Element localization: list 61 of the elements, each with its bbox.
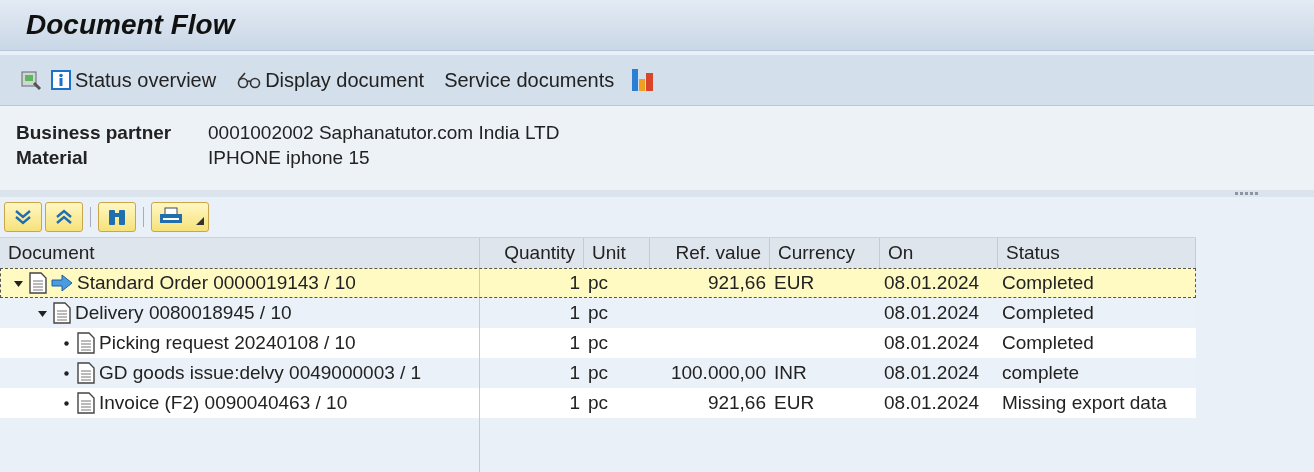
document-icon <box>77 392 95 414</box>
field-label: Business partner <box>16 121 173 145</box>
unit-cell: pc <box>588 272 609 294</box>
document-name[interactable]: Standard Order 0000019143 / 10 <box>77 272 356 294</box>
ref-value-cell: 921,66 <box>707 272 766 294</box>
toolbar-button[interactable]: Display document <box>232 68 437 92</box>
currency-cell: EUR <box>774 272 815 294</box>
status-cell: complete <box>1002 362 1080 384</box>
status-cell: Completed <box>1002 272 1094 294</box>
currency-cell: EUR <box>774 392 815 414</box>
glasses-icon <box>236 70 263 90</box>
field-label: Material <box>16 146 89 170</box>
splitter-grip-icon[interactable] <box>1235 192 1258 195</box>
collapse-all-button[interactable] <box>45 202 83 232</box>
bullet-icon <box>62 338 71 348</box>
document-name[interactable]: GD goods issue:delvy 0049000003 / 1 <box>99 362 422 384</box>
window-title: Document Flow <box>26 9 235 41</box>
date-cell: 08.01.2024 <box>884 332 980 354</box>
document-name[interactable]: Invoice (F2) 0090040463 / 10 <box>99 392 348 414</box>
date-cell: 08.01.2024 <box>884 302 980 324</box>
field-value: IPHONE iphone 15 <box>208 146 370 170</box>
quantity-cell: 1 <box>569 302 580 324</box>
find-button[interactable] <box>98 202 136 232</box>
print-button[interactable] <box>151 202 209 232</box>
expand-all-button[interactable] <box>4 202 42 232</box>
bullet-icon <box>62 368 71 378</box>
field-value: 0001002002 Saphanatutor.com India LTD <box>208 121 560 145</box>
quantity-cell: 1 <box>569 362 580 384</box>
toolbar-button[interactable]: Service documents <box>440 68 627 92</box>
status-cell: Missing export data <box>1002 392 1167 414</box>
unit-cell: pc <box>588 362 609 384</box>
expand-toggle-icon[interactable] <box>14 278 23 288</box>
quantity-cell: 1 <box>569 392 580 414</box>
expand-toggle-icon[interactable] <box>38 308 47 318</box>
document-icon <box>53 302 71 324</box>
document-name[interactable]: Delivery 0080018945 / 10 <box>75 302 292 324</box>
expand-icon <box>13 208 33 226</box>
date-cell: 08.01.2024 <box>884 362 980 384</box>
document-icon <box>77 332 95 354</box>
unit-cell: pc <box>588 302 609 324</box>
unit-cell: pc <box>588 332 609 354</box>
tree-view-icon[interactable] <box>20 69 42 91</box>
ref-value-cell: 100.000,00 <box>670 362 766 384</box>
quantity-cell: 1 <box>569 332 580 354</box>
date-cell: 08.01.2024 <box>884 272 980 294</box>
collapse-icon <box>54 208 74 226</box>
document-icon <box>29 272 47 294</box>
date-cell: 08.01.2024 <box>884 392 980 414</box>
toolbar-button[interactable]: Status overview <box>46 68 229 92</box>
currency-cell: INR <box>774 362 807 384</box>
document-icon <box>77 362 95 384</box>
quantity-cell: 1 <box>569 272 580 294</box>
document-name[interactable]: Picking request 20240108 / 10 <box>99 332 356 354</box>
status-cell: Completed <box>1002 332 1094 354</box>
bullet-icon <box>62 398 71 408</box>
info-icon <box>50 69 72 91</box>
dropdown-icon <box>196 217 204 225</box>
unit-cell: pc <box>588 392 609 414</box>
status-cell: Completed <box>1002 302 1094 324</box>
ref-value-cell: 921,66 <box>707 392 766 414</box>
binoculars-icon <box>107 207 127 227</box>
